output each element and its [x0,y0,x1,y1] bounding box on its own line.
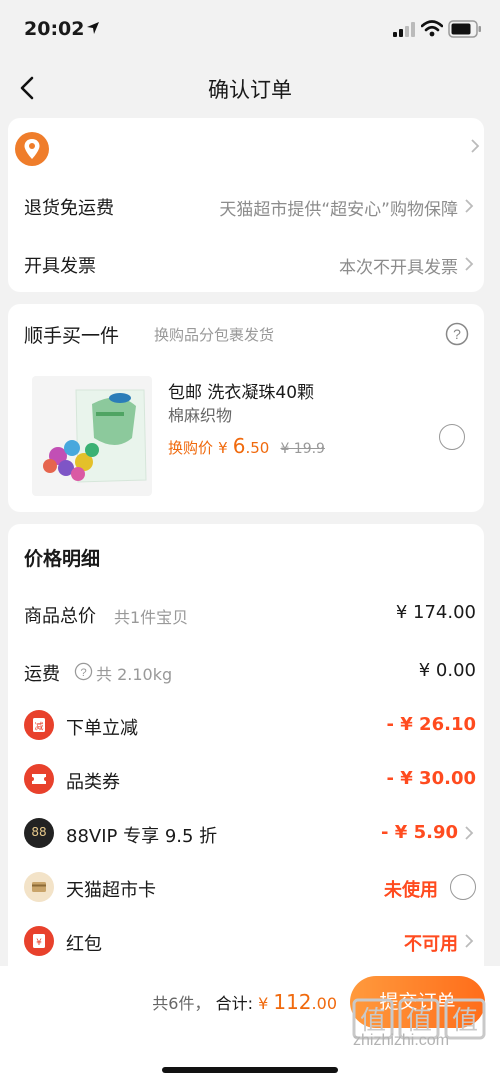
addon-original-price: ¥ 19.9 [280,441,325,457]
help-icon[interactable]: ? [445,322,469,346]
wifi-icon [421,20,443,37]
addon-price-int: 6 [232,434,246,458]
service-card: 退货免运费 天猫超市提供“超安心”购物保障 开具发票 本次不开具发票 [8,174,484,292]
red-packet-label: 红包 [66,934,102,955]
red-packet-value[interactable]: 不可用 [404,930,458,956]
discount-icon: 减 [24,710,54,740]
88vip-badge: 88 [31,825,47,839]
chevron-right-icon [471,139,480,153]
detergent-pods-image [43,389,147,483]
instant-discount-value: - ¥ 26.10 [386,714,476,735]
battery-icon [448,20,481,38]
total-label: 合计: [215,994,253,1013]
red-packet-icon: ¥ [24,926,54,956]
checkout-bar: 共6件， 合计: ¥ 112.00 提交订单 值 值 值 zhizhizhi.c… [0,966,500,1083]
product-category: 棉麻织物 [168,406,233,425]
status-bar: 20:02 [0,0,500,60]
watermark-text: zhizhizhi.com [353,1032,450,1049]
invoice-label: 开具发票 [24,256,96,277]
supermarket-card-label: 天猫超市卡 [66,880,156,901]
address-row[interactable] [8,118,484,174]
price-detail-card: 价格明细 商品总价 共1件宝贝 ¥ 174.00 运费 ? 共 2.10kg ¥… [8,524,484,966]
product-image[interactable] [32,376,152,496]
coupon-icon [24,764,54,794]
category-coupon-value: - ¥ 30.00 [386,768,476,789]
cellular-signal-icon [393,22,415,37]
total-dec: .00 [311,994,337,1013]
goods-total-label: 商品总价 [24,606,96,627]
returns-label: 退货免运费 [24,198,114,219]
addon-price: 换购价 ¥ 6.50 ¥ 19.9 [168,434,325,458]
home-indicator[interactable] [162,1067,338,1073]
invoice-row[interactable]: 开具发票 本次不开具发票 [8,236,484,292]
card-icon [24,872,54,902]
help-icon[interactable]: ? [74,662,93,681]
watermark-glyph-3: 值 [452,1006,478,1036]
vip-discount-label: 88VIP 专享 9.5 折 [66,826,218,847]
chevron-right-icon [465,826,474,840]
shipping-weight: 共 2.10kg [96,665,173,684]
shipping-label: 运费 [24,664,60,685]
shipping-value: ¥ 0.00 [418,660,476,681]
svg-text:?: ? [453,326,461,342]
chevron-right-icon [465,199,474,213]
category-coupon-label: 品类券 [66,772,120,793]
addon-select-radio[interactable] [439,424,465,450]
total-int: 112 [273,990,312,1014]
product-name: 包邮 洗衣凝珠40颗 [168,383,315,403]
addon-title: 顺手买一件 [24,325,120,347]
addon-price-label: 换购价 [168,439,214,457]
order-total: 共6件， 合计: ¥ 112.00 [152,990,337,1014]
location-pin-icon [15,132,49,166]
vip-discount-value[interactable]: - ¥ 5.90 [381,822,458,843]
88vip-icon: 88 [24,818,54,848]
supermarket-card-radio[interactable] [450,874,476,900]
addon-card: 顺手买一件 换购品分包裹发货 ? 包邮 洗衣凝珠40颗 棉麻织物 换购价 ¥ 6… [8,304,484,512]
address-redacted [52,118,356,174]
addon-subtitle: 换购品分包裹发货 [154,326,275,344]
svg-text:?: ? [80,667,86,679]
invoice-value: 本次不开具发票 [339,258,458,278]
chevron-right-icon [465,934,474,948]
total-currency: ¥ [258,994,269,1013]
chevron-right-icon [465,257,474,271]
page-title: 确认订单 [208,78,292,102]
location-arrow-icon [87,22,99,34]
addon-price-currency: ¥ [218,439,228,457]
nav-bar: 确认订单 [0,60,500,116]
goods-total-value: ¥ 174.00 [395,602,476,623]
item-count: 共6件， [152,994,211,1013]
status-time: 20:02 [24,18,85,40]
returns-value: 天猫超市提供“超安心”购物保障 [219,200,458,220]
returns-row[interactable]: 退货免运费 天猫超市提供“超安心”购物保障 [8,174,484,236]
supermarket-card-value: 未使用 [384,880,438,901]
svg-text:¥: ¥ [36,938,42,948]
price-detail-title: 价格明细 [24,548,101,570]
instant-discount-label: 下单立减 [66,718,138,739]
goods-total-sub: 共1件宝贝 [114,608,189,627]
addon-price-dec: .50 [245,439,270,457]
svg-text:减: 减 [34,721,43,733]
